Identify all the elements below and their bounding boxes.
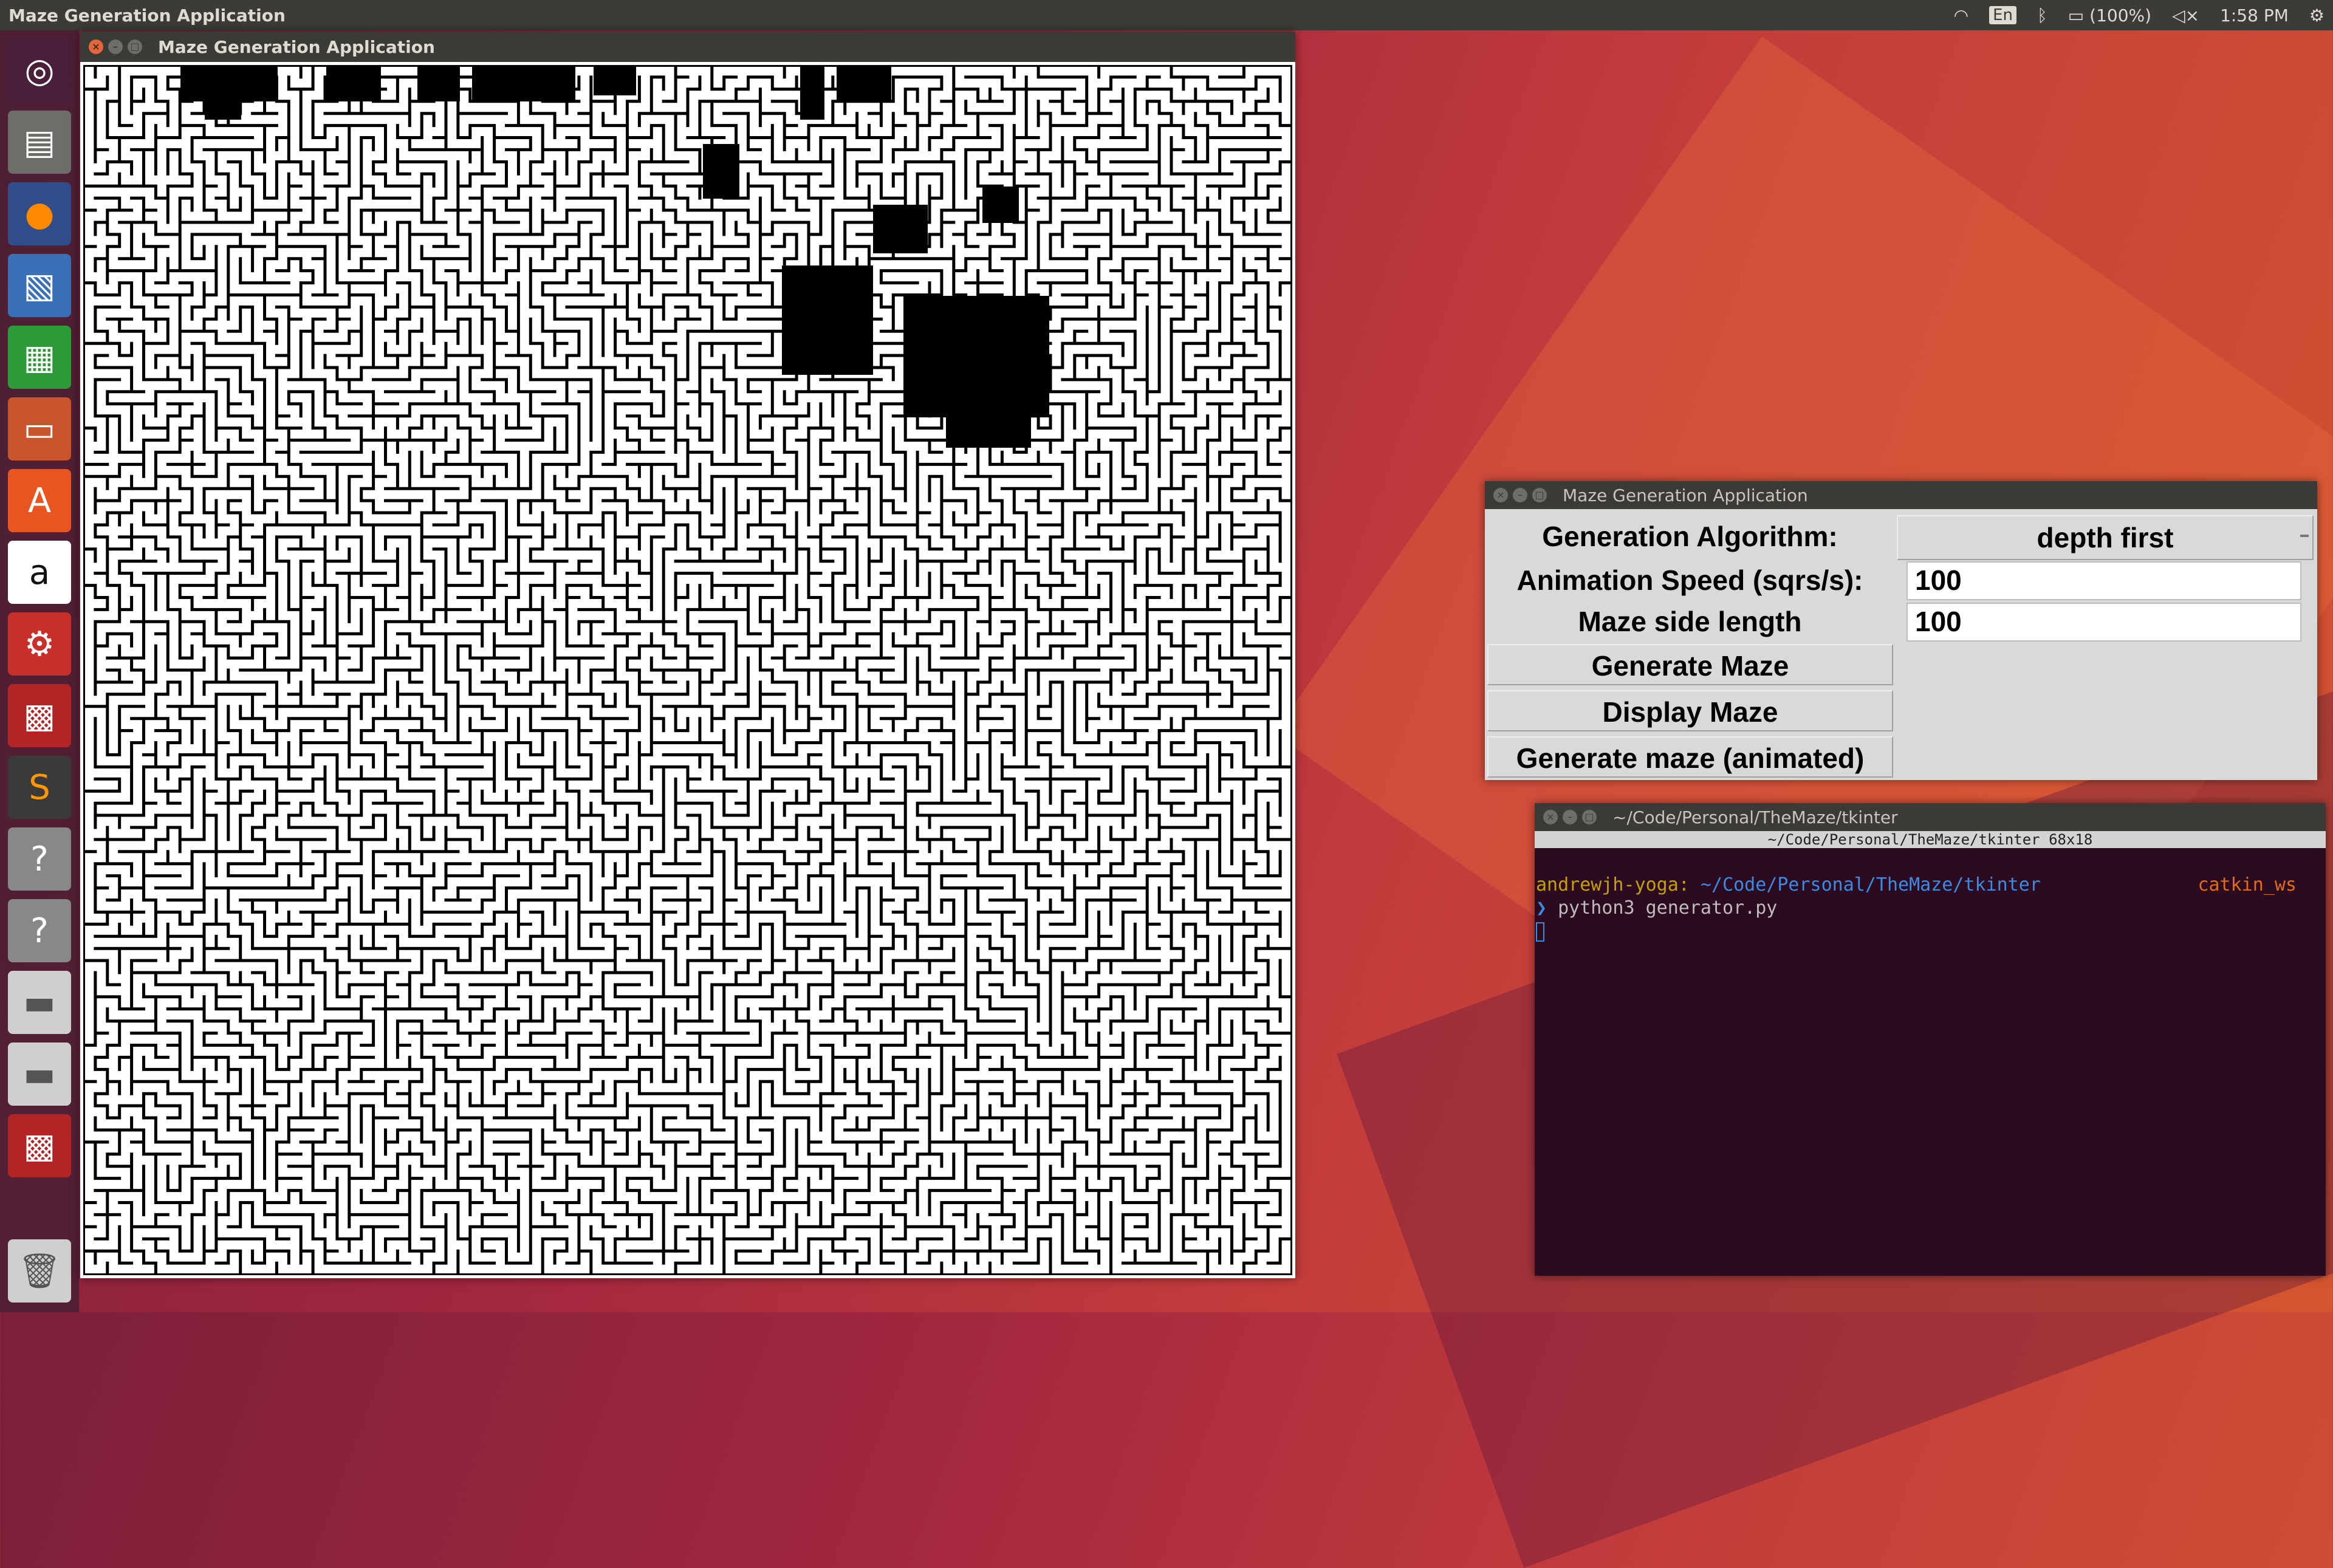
keyboard-icon[interactable]: En — [1989, 6, 2016, 24]
terminal-cursor — [1536, 922, 1544, 942]
close-icon[interactable]: × — [1543, 810, 1558, 824]
image-viewer-icon[interactable]: ▧ — [8, 254, 71, 317]
terminal-titlebar[interactable]: × – □ ~/Code/Personal/TheMaze/tkinter — [1535, 803, 2326, 831]
unvisited-region — [180, 65, 278, 101]
unvisited-region — [703, 144, 739, 199]
wifi-icon[interactable]: ◠ — [1954, 5, 1968, 26]
close-icon[interactable]: × — [1493, 488, 1508, 502]
minimize-icon[interactable]: – — [1563, 810, 1577, 824]
unknown-app-icon[interactable]: ? — [8, 827, 71, 891]
display-maze-button[interactable]: Display Maze — [1487, 690, 1893, 731]
clock[interactable]: 1:58 PM — [2220, 5, 2289, 26]
minimize-icon[interactable]: – — [108, 39, 123, 54]
generate-maze-button[interactable]: Generate Maze — [1487, 644, 1893, 685]
trash-icon[interactable]: 🗑 — [8, 1239, 71, 1303]
battery-icon: ▭ — [2067, 5, 2085, 26]
algorithm-select-value: depth first — [2037, 522, 2174, 553]
indicator-area: ◠ En ᛒ ▭ (100%) ◁× 1:58 PM ⚙ — [1954, 0, 2324, 30]
terminal-workspace: catkin_ws — [2198, 874, 2297, 895]
gear-icon[interactable]: ⚙ — [2309, 5, 2324, 26]
app-icon[interactable]: ▩ — [8, 1114, 71, 1177]
unvisited-region — [946, 387, 1031, 448]
unvisited-region — [594, 65, 636, 95]
unknown-app-icon[interactable]: ? — [8, 899, 71, 962]
dropdown-indicator-icon — [2300, 535, 2309, 537]
terminal-path: ~/Code/Personal/TheMaze/tkinter — [1689, 874, 2041, 895]
system-settings-icon[interactable]: ⚙ — [8, 612, 71, 676]
speed-input[interactable]: 100 — [1906, 561, 2301, 600]
active-app-title: Maze Generation Application — [9, 5, 286, 26]
terminal-command: python3 generator.py — [1547, 897, 1778, 919]
command-line: ❯ python3 generator.py — [1536, 897, 2324, 920]
terminal-user: andrewjh-yoga: — [1536, 874, 1690, 895]
unvisited-region — [205, 101, 241, 120]
sublime-text-icon[interactable]: S — [8, 756, 71, 819]
maximize-icon[interactable]: □ — [1582, 810, 1597, 824]
maze-window-title: Maze Generation Application — [158, 36, 435, 57]
control-window-titlebar[interactable]: × – □ Maze Generation Application — [1485, 481, 2317, 509]
terminal-header: ~/Code/Personal/TheMaze/tkinter 68x18 — [1535, 831, 2326, 848]
launcher: ◎ ▤ ● ▧ ▦ ▭ A a ⚙ ▩ S ? ? ▬ ▬ ▩ 🗑 — [0, 30, 79, 1312]
maze-walls — [83, 65, 1292, 1275]
minimize-icon[interactable]: – — [1513, 488, 1527, 502]
top-panel: Maze Generation Application ◠ En ᛒ ▭ (10… — [0, 0, 2333, 30]
maze-window: × – □ Maze Generation Application — [80, 32, 1295, 1278]
app-icon[interactable]: ▩ — [8, 684, 71, 747]
unvisited-region — [417, 65, 460, 101]
battery-percent: (100%) — [2089, 5, 2152, 26]
ubuntu-dash-icon[interactable]: ◎ — [8, 39, 71, 102]
unvisited-region — [982, 187, 1019, 223]
algorithm-label: Generation Algorithm: — [1542, 521, 1838, 552]
presentation-icon[interactable]: ▭ — [8, 397, 71, 460]
prompt-line: andrewjh-yoga: ~/Code/Personal/TheMaze/t… — [1536, 874, 2324, 897]
amazon-icon[interactable]: a — [8, 541, 71, 604]
files-icon[interactable]: ▤ — [8, 111, 71, 174]
maze-canvas[interactable] — [83, 65, 1292, 1275]
unvisited-region — [837, 65, 891, 101]
prompt-symbol: ❯ — [1536, 897, 1547, 919]
close-icon[interactable]: × — [89, 39, 103, 54]
cursor-line — [1536, 920, 2324, 943]
side-length-label: Maze side length — [1578, 606, 1802, 637]
unvisited-region — [873, 205, 928, 253]
unvisited-region — [326, 65, 381, 101]
terminal-header-text: ~/Code/Personal/TheMaze/tkinter 68x18 — [1767, 831, 2093, 848]
software-center-icon[interactable]: A — [8, 469, 71, 532]
algorithm-select[interactable]: depth first — [1897, 515, 2314, 560]
unvisited-region — [782, 265, 873, 375]
terminal-body[interactable]: andrewjh-yoga: ~/Code/Personal/TheMaze/t… — [1535, 848, 2326, 945]
side-length-input[interactable]: 100 — [1906, 603, 2301, 642]
maximize-icon[interactable]: □ — [128, 39, 142, 54]
drive-icon[interactable]: ▬ — [8, 971, 71, 1034]
drive-icon[interactable]: ▬ — [8, 1042, 71, 1106]
generate-animated-button[interactable]: Generate maze (animated) — [1487, 736, 1893, 778]
unvisited-region — [472, 65, 575, 101]
maze-window-titlebar[interactable]: × – □ Maze Generation Application — [80, 32, 1295, 62]
firefox-icon[interactable]: ● — [8, 182, 71, 245]
terminal-window: × – □ ~/Code/Personal/TheMaze/tkinter ~/… — [1535, 803, 2326, 1276]
terminal-title: ~/Code/Personal/TheMaze/tkinter — [1612, 807, 1898, 827]
unvisited-region — [800, 65, 824, 120]
volume-muted-icon[interactable]: ◁× — [2172, 5, 2199, 26]
spreadsheet-icon[interactable]: ▦ — [8, 326, 71, 389]
control-window: × – □ Maze Generation Application Genera… — [1485, 481, 2317, 780]
battery-indicator[interactable]: ▭ (100%) — [2068, 5, 2151, 26]
bluetooth-icon[interactable]: ᛒ — [2037, 5, 2047, 26]
speed-label: Animation Speed (sqrs/s): — [1516, 564, 1863, 596]
control-window-title: Maze Generation Application — [1563, 485, 1808, 505]
maximize-icon[interactable]: □ — [1532, 488, 1547, 502]
